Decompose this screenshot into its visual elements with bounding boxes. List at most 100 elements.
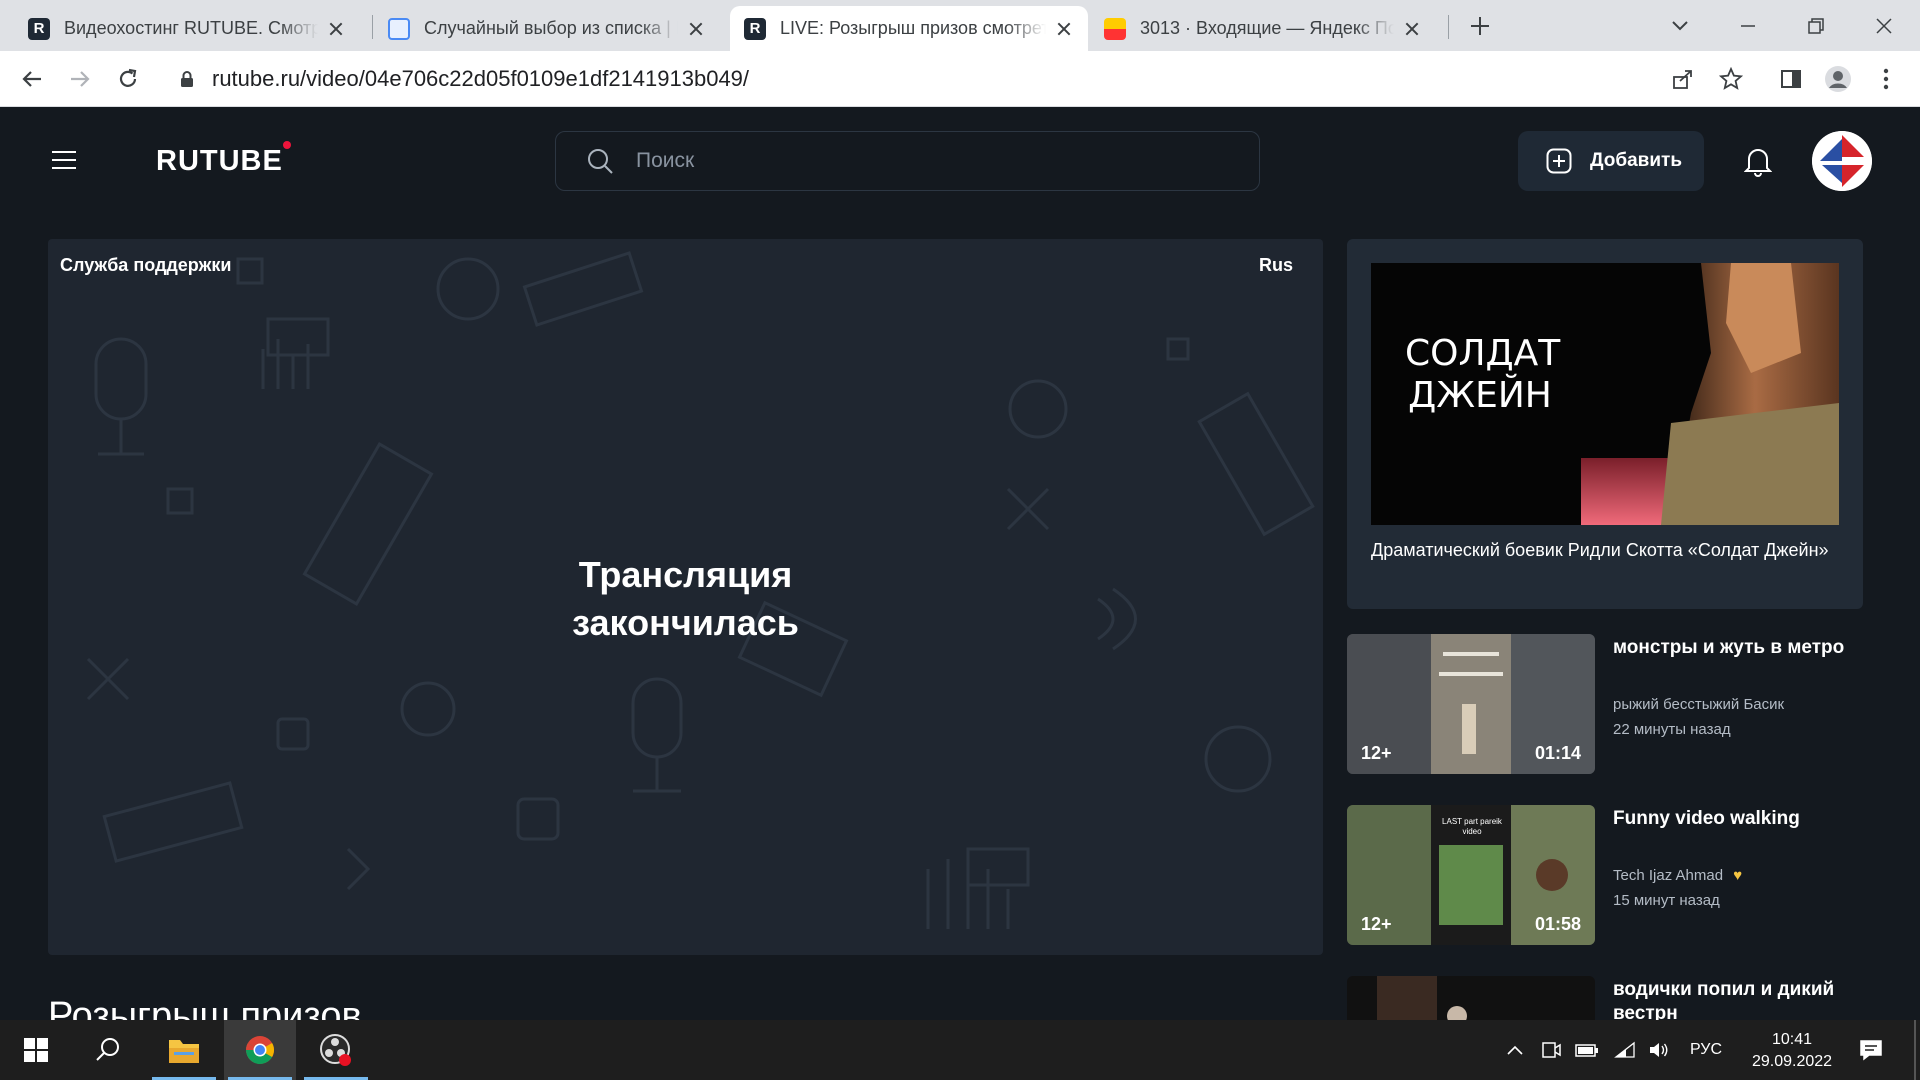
promo-poster[interactable]: СОЛДАТ ДЖЕЙН [1371,263,1839,525]
recommendation-title[interactable]: монстры и жуть в метро [1613,636,1863,660]
add-video-label: Добавить [1590,150,1683,171]
tab-title: LIVE: Розыгрыш призов смотреть онлайн [780,18,1046,38]
age-rating-badge: 12+ [1361,743,1392,763]
tab-title: Видеохостинг RUTUBE. Смотрите онлайн [64,18,318,38]
folder-icon [169,1040,199,1063]
avatar-logo-icon [1812,131,1872,191]
thumbnail-overlay-text: LAST part pareik video [1442,817,1502,836]
close-tab-icon[interactable] [686,19,706,39]
recommendation-thumbnail[interactable]: 12+ 01:14 [1347,634,1595,774]
player-language-label[interactable]: Rus [1259,255,1293,276]
forward-button[interactable] [64,63,96,95]
reload-button[interactable] [112,63,144,95]
search-input[interactable]: Поиск [555,131,1260,191]
age-rating-badge: 12+ [1361,914,1392,934]
tab-title: Случайный выбор из списка | Randomus [424,18,678,38]
battery-icon[interactable] [1574,1038,1600,1062]
recommendation-thumbnail[interactable]: LAST part pareik video 12+ 01:58 [1347,805,1595,945]
url-text: rutube.ru/video/04e706c22d05f0109e1df214… [212,66,750,91]
duration-badge: 01:58 [1534,914,1581,934]
profile-icon[interactable] [1822,63,1854,95]
file-explorer-button[interactable] [148,1020,220,1080]
recommendation-thumbnail[interactable] [1347,976,1595,1020]
share-icon[interactable] [1667,63,1699,95]
close-tab-icon[interactable] [1054,19,1074,39]
rutube-page: RUTUBE Поиск Добавить Служба поддержки R… [0,107,1920,1020]
windows-taskbar: РУС 10:41 29.09.2022 [0,1020,1920,1080]
recommendation-title[interactable]: водички попил и дикий вестрн [1613,978,1863,1020]
notifications-center-icon[interactable] [1858,1038,1884,1062]
network-icon[interactable] [1612,1038,1638,1062]
side-panel-icon[interactable] [1775,63,1807,95]
bookmark-star-icon[interactable] [1715,63,1747,95]
restore-window-button[interactable] [1798,8,1834,44]
recommendation-time: 22 минуты назад [1613,721,1731,738]
tab-rutube-home[interactable]: R Видеохостинг RUTUBE. Смотрите онлайн [14,6,360,51]
search-icon [588,149,613,174]
stream-ended-message: Трансляция закончилась [48,551,1323,647]
channel-name: Tech Ijaz Ahmad [1613,867,1724,884]
show-desktop-edge[interactable] [1914,1020,1916,1080]
input-language-indicator[interactable]: РУС [1686,1038,1726,1062]
browser-toolbar: rutube.ru/video/04e706c22d05f0109e1df214… [0,51,1920,107]
stream-ended-line1: Трансляция [578,554,793,595]
rutube-favicon-icon: R [28,17,50,40]
video-title: Розыгрыш призов [48,995,362,1020]
volume-icon[interactable] [1646,1038,1672,1062]
search-icon [96,1038,119,1061]
windows-logo-icon [24,1038,48,1062]
tab-randomus[interactable]: Случайный выбор из списка | Randomus [374,6,720,51]
obs-icon [320,1034,351,1066]
promo-card[interactable]: СОЛДАТ ДЖЕЙН Драматический боевик Ридли … [1347,239,1863,609]
recommendation-item[interactable]: водички попил и дикий вестрн [1347,976,1867,1020]
promo-caption[interactable]: Драматический боевик Ридли Скотта «Солда… [1371,541,1831,559]
obs-studio-button[interactable] [300,1020,372,1080]
recommendation-item[interactable]: LAST part pareik video 12+ 01:58 Funny v… [1347,805,1867,945]
yandex-mail-favicon-icon [1104,17,1126,40]
menu-hamburger-icon[interactable] [52,151,76,169]
add-video-button[interactable]: Добавить [1518,131,1704,191]
taskbar-clock[interactable]: 10:41 29.09.2022 [1752,1029,1832,1073]
start-button[interactable] [0,1020,72,1080]
randomus-favicon-icon [388,17,410,40]
recommendation-channel[interactable]: рыжий бесстыжий Басик [1613,696,1784,713]
meet-now-icon[interactable] [1538,1038,1564,1062]
tab-divider [1448,15,1449,39]
browser-tab-bar: R Видеохостинг RUTUBE. Смотрите онлайн С… [0,0,1920,51]
clock-date: 29.09.2022 [1752,1053,1833,1070]
back-button[interactable] [16,63,48,95]
search-placeholder: Поиск [636,149,695,172]
taskbar-search-button[interactable] [72,1020,144,1080]
recommendation-item[interactable]: 12+ 01:14 монстры и жуть в метро рыжий б… [1347,634,1867,774]
new-tab-button[interactable] [1466,12,1494,40]
show-hidden-icons-chevron-icon[interactable] [1502,1038,1528,1062]
address-field[interactable]: rutube.ru/video/04e706c22d05f0109e1df214… [164,57,1724,101]
video-player[interactable]: Служба поддержки Rus Трансляция закончил… [48,239,1323,955]
tab-search-chevron-icon[interactable] [1662,8,1698,44]
minimize-window-button[interactable] [1730,8,1766,44]
user-avatar[interactable] [1812,131,1872,191]
close-tab-icon[interactable] [326,19,346,39]
tab-divider [372,15,373,39]
clock-time: 10:41 [1771,1031,1813,1048]
rutube-logo[interactable]: RUTUBE [156,141,291,178]
tab-title: 3013 · Входящие — Яндекс Почта [1140,18,1394,38]
browser-menu-icon[interactable] [1870,63,1902,95]
promo-poster-line2: ДЖЕЙН [1408,375,1552,416]
duration-badge: 01:14 [1534,743,1581,763]
promo-poster-line1: СОЛДАТ [1405,333,1561,374]
lock-icon [181,71,193,87]
recommendation-time: 15 минут назад [1613,892,1720,909]
notifications-bell-icon[interactable] [1743,145,1773,177]
stream-ended-line2: закончилась [572,602,799,643]
chrome-button[interactable] [224,1020,296,1080]
tab-yandex-mail[interactable]: 3013 · Входящие — Яндекс Почта [1090,6,1436,51]
tab-live-giveaway[interactable]: R LIVE: Розыгрыш призов смотреть онлайн [730,6,1088,51]
add-plus-icon [1546,148,1572,174]
close-window-button[interactable] [1866,8,1902,44]
heart-emoji-icon: ♥ [1733,867,1743,884]
recommendation-channel[interactable]: Tech Ijaz Ahmad ♥ [1613,867,1742,884]
chrome-icon [246,1036,274,1064]
recommendation-title[interactable]: Funny video walking [1613,807,1863,831]
close-tab-icon[interactable] [1402,19,1422,39]
